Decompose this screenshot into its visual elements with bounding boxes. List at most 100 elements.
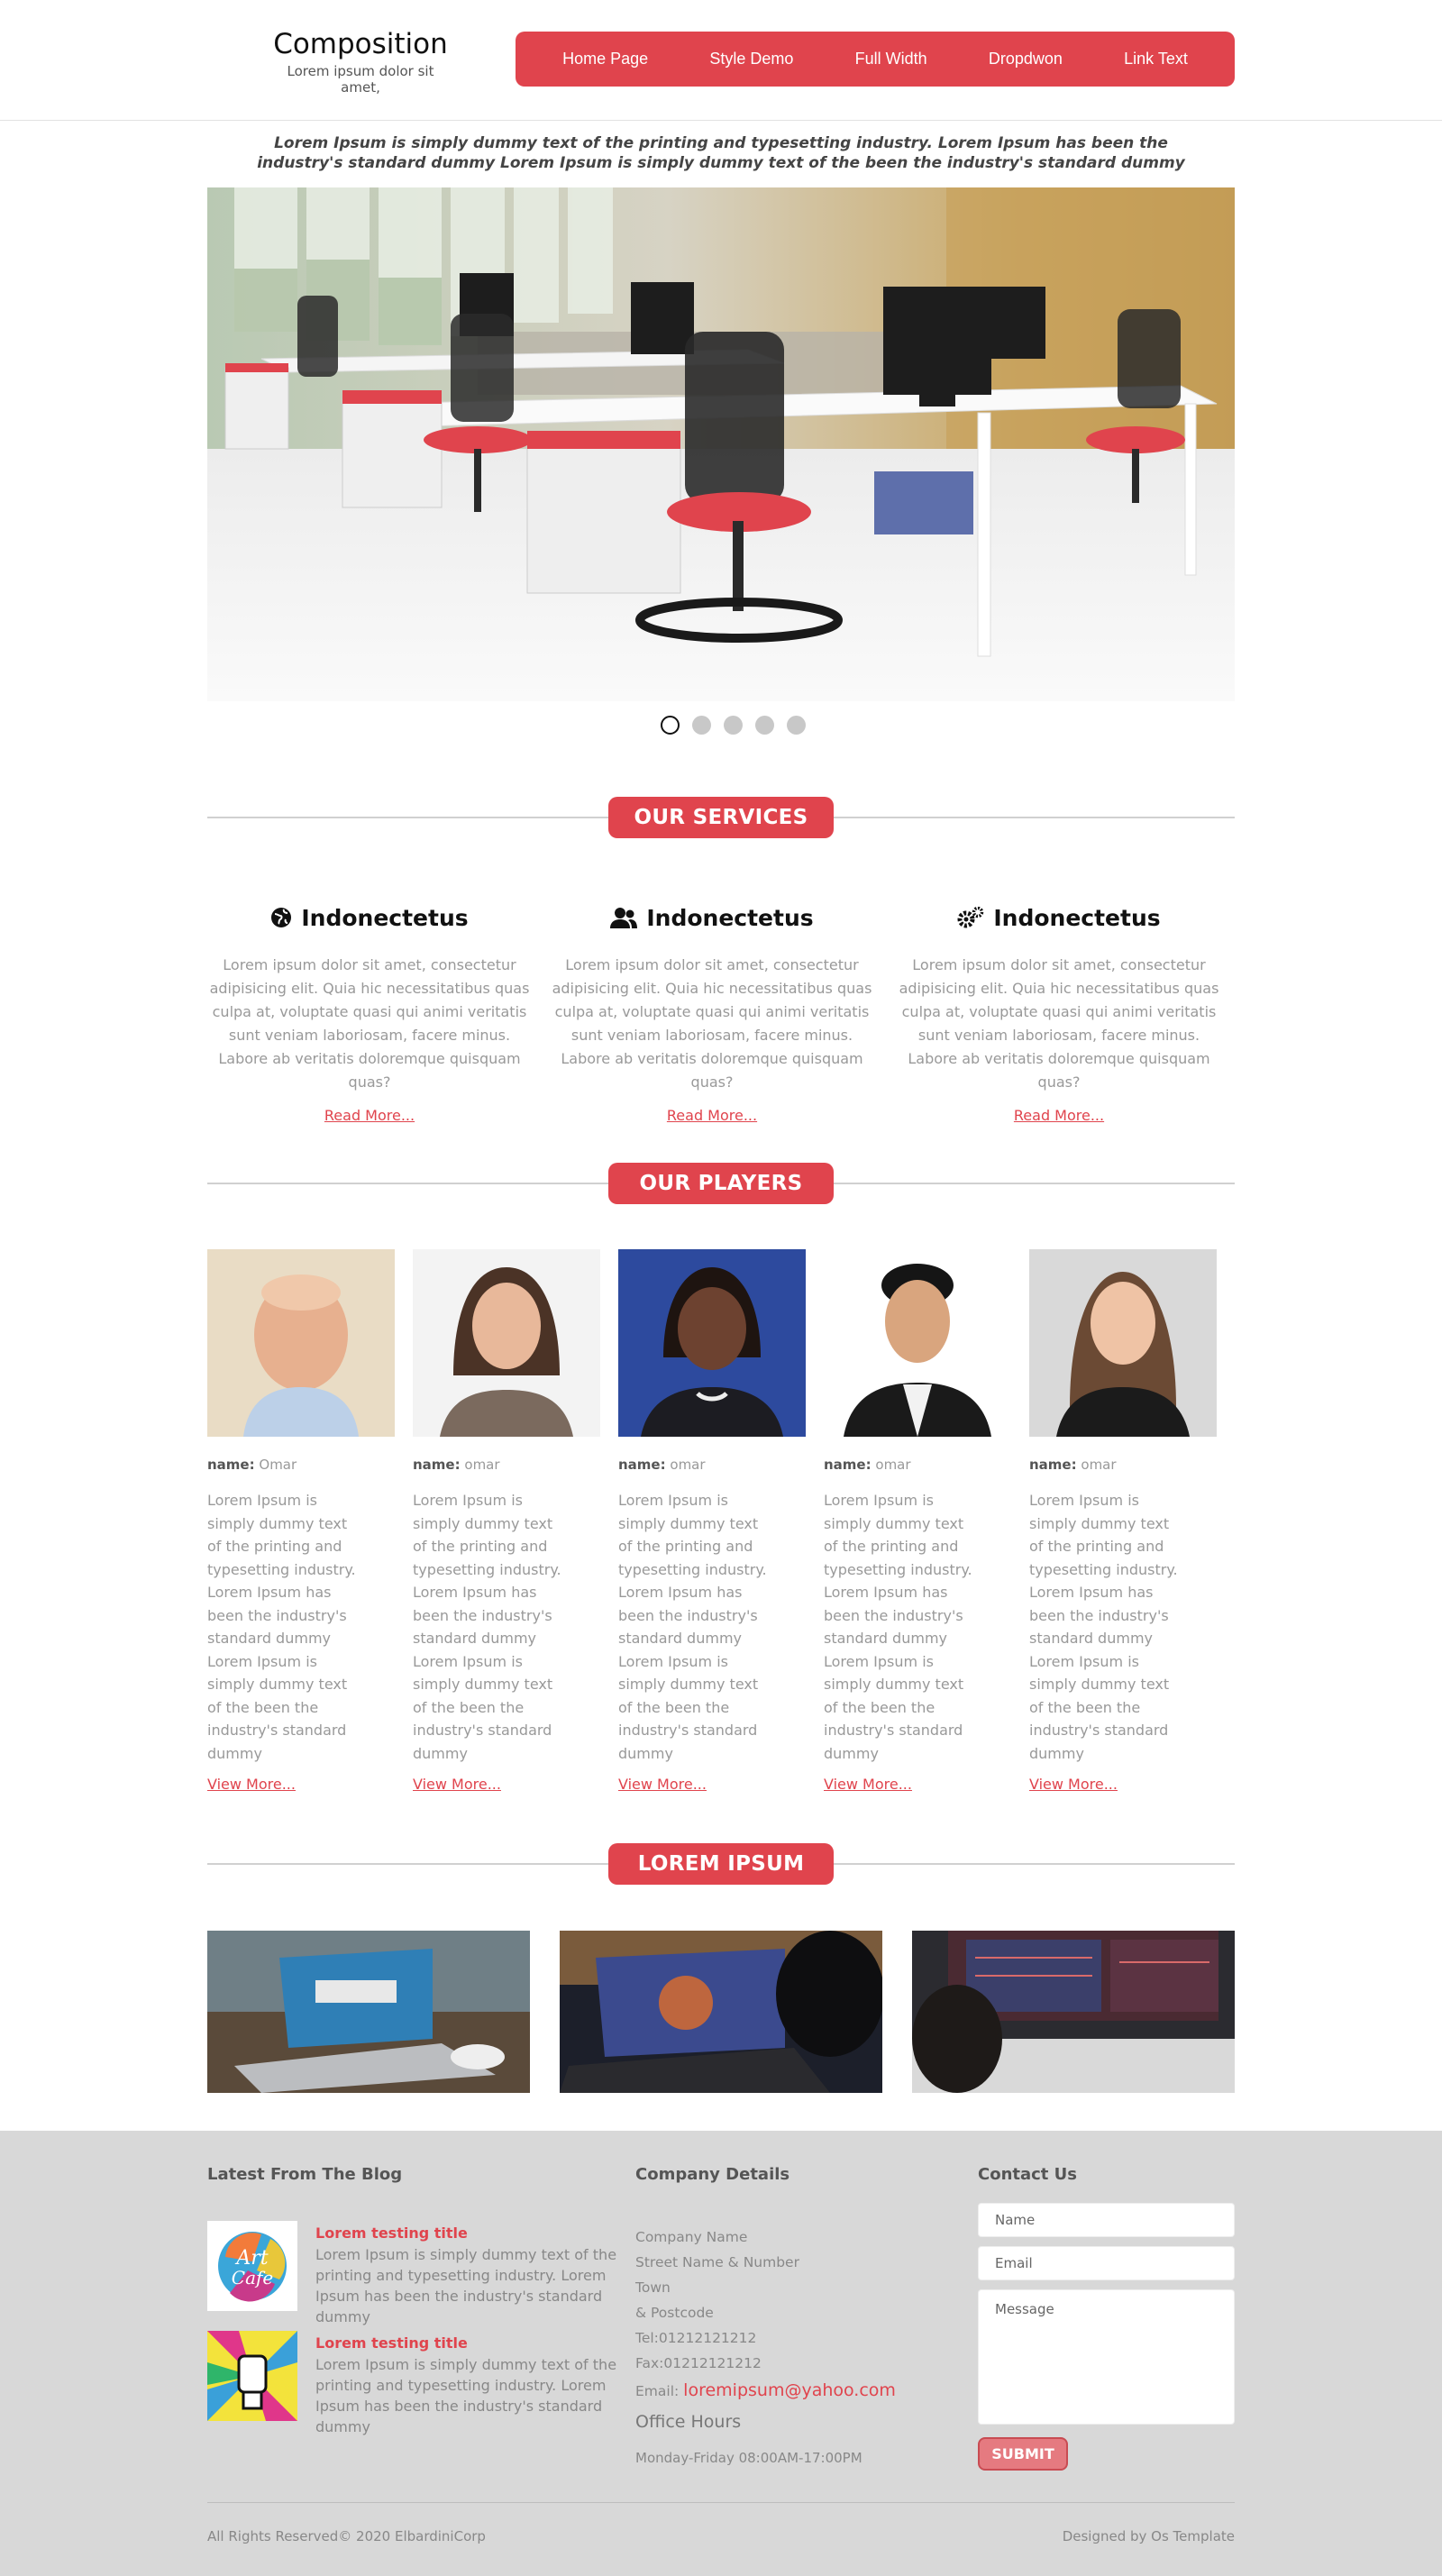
contact-name-input[interactable]: Name <box>978 2203 1235 2237</box>
service-title-3: Indonectetus <box>897 901 1221 934</box>
player-card-5: name: omar Lorem Ipsum is simply dummy t… <box>1029 1249 1217 1793</box>
service-text: Lorem ipsum dolor sit amet, consectetur … <box>209 956 530 1091</box>
slider-dot-1[interactable] <box>661 716 680 735</box>
player-card-2: name: omar Lorem Ipsum is simply dummy t… <box>413 1249 600 1793</box>
view-more-link[interactable]: View More... <box>824 1776 1011 1793</box>
service-text: Lorem ipsum dolor sit amet, consectetur … <box>552 956 872 1091</box>
player-card-3: name: omar Lorem Ipsum is simply dummy t… <box>618 1249 806 1793</box>
name-label: name: <box>207 1457 255 1473</box>
slider-dot-5[interactable] <box>787 716 806 735</box>
company-town: Town <box>635 2279 671 2296</box>
read-more-link[interactable]: Read More... <box>897 1107 1221 1124</box>
designed-by-text: Designed by Os Template <box>1062 2528 1235 2544</box>
player-name: name: omar <box>413 1457 600 1473</box>
gallery-image-1[interactable] <box>207 1931 530 2093</box>
player-card-1: name: Omar Lorem Ipsum is simply dummy t… <box>207 1249 395 1793</box>
player-name: name: omar <box>618 1457 806 1473</box>
nav-dropdown[interactable]: Dropdwon <box>989 50 1063 69</box>
footer-divider <box>207 2502 1235 2503</box>
blog-title[interactable]: Lorem testing title <box>315 2224 468 2242</box>
player-photo <box>413 1249 600 1437</box>
hero-slide-image <box>207 187 1235 701</box>
slider-dot-2[interactable] <box>692 716 711 735</box>
players-title: OUR PLAYERS <box>608 1163 834 1204</box>
player-bio: Lorem Ipsum is simply dummy text of the … <box>413 1492 561 1762</box>
player-name: name: omar <box>1029 1457 1217 1473</box>
services-heading: OUR SERVICES <box>207 797 1235 838</box>
player-bio: Lorem Ipsum is simply dummy text of the … <box>207 1492 356 1762</box>
service-card-1: Indonectetus Lorem ipsum dolor sit amet,… <box>207 901 532 1125</box>
office-hours: Monday-Friday 08:00AM-17:00PM <box>635 2450 862 2466</box>
nav-link-text[interactable]: Link Text <box>1124 50 1188 69</box>
service-title-2: Indonectetus <box>550 901 874 934</box>
gallery-image-3[interactable] <box>912 1931 1235 2093</box>
player-bio: Lorem Ipsum is simply dummy text of the … <box>618 1492 767 1762</box>
player-photo <box>824 1249 1011 1437</box>
blog-heading: Latest From The Blog <box>207 2165 403 2184</box>
slider-dots <box>661 716 806 735</box>
blog-excerpt: Lorem Ipsum is simply dummy text of the … <box>315 2356 617 2435</box>
read-more-link[interactable]: Read More... <box>207 1107 532 1124</box>
service-card-2: Indonectetus Lorem ipsum dolor sit amet,… <box>550 901 874 1125</box>
name-value: omar <box>464 1457 500 1473</box>
company-fax: Fax:01212121212 <box>635 2355 762 2371</box>
name-label: name: <box>413 1457 461 1473</box>
email-label: Email: <box>635 2383 680 2399</box>
copyright-text: All Rights Reserved© 2020 ElbardiniCorp <box>207 2528 486 2544</box>
company-email: Email: loremipsum@yahoo.com <box>635 2380 896 2400</box>
blog-post-2[interactable]: Lorem testing title Lorem Ipsum is simpl… <box>207 2331 622 2435</box>
view-more-link[interactable]: View More... <box>413 1776 600 1793</box>
company-tel: Tel:01212121212 <box>635 2330 757 2346</box>
office-hours-title: Office Hours <box>635 2412 742 2432</box>
name-value: omar <box>670 1457 706 1473</box>
site-header: Composition Lorem ipsum dolor sit amet, … <box>0 0 1442 121</box>
blog-post-1[interactable]: Art Cafe Lorem testing title Lorem Ipsum … <box>207 2221 622 2325</box>
service-title-text: Indonectetus <box>646 904 814 931</box>
contact-email-input[interactable]: Email <box>978 2246 1235 2280</box>
player-name: name: Omar <box>207 1457 395 1473</box>
service-text: Lorem ipsum dolor sit amet, consectetur … <box>899 956 1219 1091</box>
intro-text: Lorem Ipsum is simply dummy text of the … <box>257 134 1185 172</box>
service-title-text: Indonectetus <box>301 904 469 931</box>
brand[interactable]: Composition Lorem ipsum dolor sit amet, <box>270 27 451 96</box>
email-link[interactable]: loremipsum@yahoo.com <box>683 2380 896 2400</box>
name-label: name: <box>618 1457 666 1473</box>
slider-dot-4[interactable] <box>755 716 774 735</box>
name-value: omar <box>875 1457 911 1473</box>
service-title-text: Indonectetus <box>993 904 1161 931</box>
slider-dot-3[interactable] <box>724 716 743 735</box>
player-bio: Lorem Ipsum is simply dummy text of the … <box>1029 1492 1178 1762</box>
nav-style-demo[interactable]: Style Demo <box>709 50 793 69</box>
contact-message-input[interactable]: Message <box>978 2289 1235 2425</box>
player-photo <box>207 1249 395 1437</box>
users-icon <box>610 908 638 928</box>
gallery-title: LOREM IPSUM <box>608 1843 834 1885</box>
view-more-link[interactable]: View More... <box>207 1776 395 1793</box>
view-more-link[interactable]: View More... <box>618 1776 806 1793</box>
brand-subtitle: Lorem ipsum dolor sit amet, <box>287 63 434 96</box>
nav-home[interactable]: Home Page <box>562 50 648 69</box>
players-heading: OUR PLAYERS <box>207 1163 1235 1204</box>
services-title: OUR SERVICES <box>608 797 834 838</box>
service-card-3: Indonectetus Lorem ipsum dolor sit amet,… <box>897 901 1221 1125</box>
svg-text:Cafe: Cafe <box>232 2267 273 2288</box>
player-photo <box>1029 1249 1217 1437</box>
view-more-link[interactable]: View More... <box>1029 1776 1217 1793</box>
name-value: omar <box>1081 1457 1117 1473</box>
blog-title[interactable]: Lorem testing title <box>315 2334 468 2352</box>
read-more-link[interactable]: Read More... <box>550 1107 874 1124</box>
contact-heading: Contact Us <box>978 2165 1078 2184</box>
submit-button[interactable]: SUBMIT <box>978 2437 1068 2471</box>
gallery-image-2[interactable] <box>560 1931 882 2093</box>
player-bio: Lorem Ipsum is simply dummy text of the … <box>824 1492 972 1762</box>
nav-full-width[interactable]: Full Width <box>855 50 927 69</box>
player-card-4: name: omar Lorem Ipsum is simply dummy t… <box>824 1249 1011 1793</box>
player-name: name: omar <box>824 1457 1011 1473</box>
blog-thumbnail <box>207 2331 297 2421</box>
gears-icon <box>957 907 984 928</box>
name-label: name: <box>1029 1457 1077 1473</box>
name-value: Omar <box>259 1457 297 1473</box>
blog-thumbnail: Art Cafe <box>207 2221 297 2311</box>
name-label: name: <box>824 1457 872 1473</box>
page: Composition Lorem ipsum dolor sit amet, … <box>0 0 1442 2576</box>
